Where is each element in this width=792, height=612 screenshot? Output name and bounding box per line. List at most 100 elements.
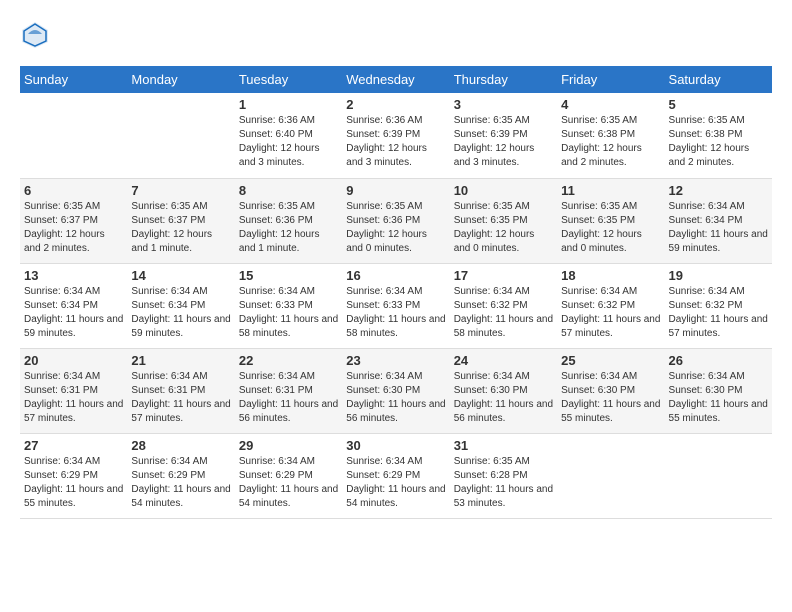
day-number: 23: [346, 353, 445, 368]
day-info: Sunrise: 6:34 AM Sunset: 6:34 PM Dayligh…: [24, 285, 123, 341]
day-number: 12: [669, 183, 768, 198]
day-info: Sunrise: 6:34 AM Sunset: 6:34 PM Dayligh…: [669, 200, 768, 256]
day-info: Sunrise: 6:34 AM Sunset: 6:32 PM Dayligh…: [561, 285, 660, 341]
day-info: Sunrise: 6:34 AM Sunset: 6:29 PM Dayligh…: [239, 455, 338, 511]
week-row-3: 13 Sunrise: 6:34 AM Sunset: 6:34 PM Dayli…: [20, 263, 772, 348]
logo: [20, 20, 54, 50]
day-info: Sunrise: 6:35 AM Sunset: 6:28 PM Dayligh…: [454, 455, 553, 511]
day-of-week-sunday: Sunday: [20, 66, 127, 93]
day-number: 16: [346, 268, 445, 283]
day-number: 9: [346, 183, 445, 198]
week-row-1: 1Sunrise: 6:36 AM Sunset: 6:40 PM Daylig…: [20, 93, 772, 178]
calendar-cell: 19 Sunrise: 6:34 AM Sunset: 6:32 PM Dayli…: [665, 263, 772, 348]
calendar-header: SundayMondayTuesdayWednesdayThursdayFrid…: [20, 66, 772, 93]
calendar-cell: 16 Sunrise: 6:34 AM Sunset: 6:33 PM Dayli…: [342, 263, 449, 348]
calendar-cell: 3 Sunrise: 6:35 AM Sunset: 6:39 PM Daylig…: [450, 93, 557, 178]
day-number: 3: [454, 97, 553, 112]
day-number: 4: [561, 97, 660, 112]
calendar-cell: 6 Sunrise: 6:35 AM Sunset: 6:37 PM Daylig…: [20, 178, 127, 263]
day-info: Sunrise: 6:34 AM Sunset: 6:30 PM Dayligh…: [669, 370, 768, 426]
day-info: Sunrise: 6:36 AM Sunset: 6:40 PM Dayligh…: [239, 114, 338, 170]
calendar-cell: 20Sunrise: 6:34 AM Sunset: 6:31 PM Dayli…: [20, 348, 127, 433]
day-info: Sunrise: 6:35 AM Sunset: 6:38 PM Dayligh…: [561, 114, 660, 170]
day-info: Sunrise: 6:34 AM Sunset: 6:34 PM Dayligh…: [131, 285, 230, 341]
day-info: Sunrise: 6:35 AM Sunset: 6:36 PM Dayligh…: [346, 200, 445, 256]
day-number: 21: [131, 353, 230, 368]
day-of-week-wednesday: Wednesday: [342, 66, 449, 93]
calendar-cell: 11 Sunrise: 6:35 AM Sunset: 6:35 PM Dayli…: [557, 178, 664, 263]
day-of-week-friday: Friday: [557, 66, 664, 93]
day-info: Sunrise: 6:34 AM Sunset: 6:32 PM Dayligh…: [669, 285, 768, 341]
day-number: 18: [561, 268, 660, 283]
calendar-cell: 23 Sunrise: 6:34 AM Sunset: 6:30 PM Dayli…: [342, 348, 449, 433]
calendar-cell: [20, 93, 127, 178]
calendar-cell: 15 Sunrise: 6:34 AM Sunset: 6:33 PM Dayli…: [235, 263, 342, 348]
calendar-cell: 18 Sunrise: 6:34 AM Sunset: 6:32 PM Dayli…: [557, 263, 664, 348]
day-info: Sunrise: 6:34 AM Sunset: 6:33 PM Dayligh…: [346, 285, 445, 341]
day-number: 2: [346, 97, 445, 112]
calendar-cell: 24 Sunrise: 6:34 AM Sunset: 6:30 PM Dayli…: [450, 348, 557, 433]
day-info: Sunrise: 6:35 AM Sunset: 6:37 PM Dayligh…: [24, 200, 123, 256]
day-number: 10: [454, 183, 553, 198]
day-of-week-tuesday: Tuesday: [235, 66, 342, 93]
week-row-4: 20 Sunrise: 6:34 AM Sunset: 6:31 PM Dayli…: [20, 348, 772, 433]
calendar-cell: 12 Sunrise: 6:34 AM Sunset: 6:34 PM Dayli…: [665, 178, 772, 263]
day-info: Sunrise: 6:35 AM Sunset: 6:37 PM Dayligh…: [131, 200, 230, 256]
calendar-cell: 4 Sunrise: 6:35 AM Sunset: 6:38 PM Daylig…: [557, 93, 664, 178]
logo-icon: [20, 20, 50, 50]
page-header: [20, 20, 772, 50]
day-number: 27: [24, 438, 123, 453]
day-of-week-thursday: Thursday: [450, 66, 557, 93]
day-info: Sunrise: 6:34 AM Sunset: 6:29 PM Dayligh…: [24, 455, 123, 511]
day-number: 13: [24, 268, 123, 283]
calendar-cell: 27 Sunrise: 6:34 AM Sunset: 6:29 PM Dayli…: [20, 433, 127, 518]
day-number: 24: [454, 353, 553, 368]
calendar-cell: 29 Sunrise: 6:34 AM Sunset: 6:29 PM Dayli…: [235, 433, 342, 518]
day-info: Sunrise: 6:34 AM Sunset: 6:32 PM Dayligh…: [454, 285, 553, 341]
calendar-cell: 22 Sunrise: 6:34 AM Sunset: 6:31 PM Dayli…: [235, 348, 342, 433]
day-info: Sunrise: 6:34 AM Sunset: 6:30 PM Dayligh…: [561, 370, 660, 426]
calendar-cell: 14 Sunrise: 6:34 AM Sunset: 6:34 PM Dayli…: [127, 263, 234, 348]
day-info: Sunrise: 6:34 AM Sunset: 6:31 PM Dayligh…: [239, 370, 338, 426]
day-number: 7: [131, 183, 230, 198]
day-number: 28: [131, 438, 230, 453]
day-info: Sunrise: 6:36 AM Sunset: 6:39 PM Dayligh…: [346, 114, 445, 170]
day-info: Sunrise: 6:34 AM Sunset: 6:30 PM Dayligh…: [454, 370, 553, 426]
calendar-cell: 28 Sunrise: 6:34 AM Sunset: 6:29 PM Dayli…: [127, 433, 234, 518]
day-info: Sunrise: 6:35 AM Sunset: 6:38 PM Dayligh…: [669, 114, 768, 170]
calendar-cell: 25Sunrise: 6:34 AM Sunset: 6:30 PM Dayli…: [557, 348, 664, 433]
day-number: 17: [454, 268, 553, 283]
day-of-week-saturday: Saturday: [665, 66, 772, 93]
day-number: 22: [239, 353, 338, 368]
calendar-cell: 9 Sunrise: 6:35 AM Sunset: 6:36 PM Daylig…: [342, 178, 449, 263]
day-info: Sunrise: 6:34 AM Sunset: 6:31 PM Dayligh…: [131, 370, 230, 426]
calendar-table: SundayMondayTuesdayWednesdayThursdayFrid…: [20, 66, 772, 519]
day-number: 20: [24, 353, 123, 368]
day-info: Sunrise: 6:34 AM Sunset: 6:33 PM Dayligh…: [239, 285, 338, 341]
week-row-5: 27 Sunrise: 6:34 AM Sunset: 6:29 PM Dayli…: [20, 433, 772, 518]
day-info: Sunrise: 6:35 AM Sunset: 6:36 PM Dayligh…: [239, 200, 338, 256]
day-number: 11: [561, 183, 660, 198]
day-number: 30: [346, 438, 445, 453]
day-number: 15: [239, 268, 338, 283]
day-info: Sunrise: 6:34 AM Sunset: 6:29 PM Dayligh…: [346, 455, 445, 511]
day-info: Sunrise: 6:34 AM Sunset: 6:29 PM Dayligh…: [131, 455, 230, 511]
day-info: Sunrise: 6:35 AM Sunset: 6:39 PM Dayligh…: [454, 114, 553, 170]
calendar-cell: 13 Sunrise: 6:34 AM Sunset: 6:34 PM Dayli…: [20, 263, 127, 348]
day-info: Sunrise: 6:35 AM Sunset: 6:35 PM Dayligh…: [561, 200, 660, 256]
day-number: 31: [454, 438, 553, 453]
day-number: 26: [669, 353, 768, 368]
week-row-2: 6 Sunrise: 6:35 AM Sunset: 6:37 PM Daylig…: [20, 178, 772, 263]
calendar-cell: 7 Sunrise: 6:35 AM Sunset: 6:37 PM Daylig…: [127, 178, 234, 263]
day-info: Sunrise: 6:34 AM Sunset: 6:30 PM Dayligh…: [346, 370, 445, 426]
day-number: 14: [131, 268, 230, 283]
calendar-cell: [665, 433, 772, 518]
day-number: 8: [239, 183, 338, 198]
calendar-cell: 31 Sunrise: 6:35 AM Sunset: 6:28 PM Dayli…: [450, 433, 557, 518]
day-number: 29: [239, 438, 338, 453]
day-number: 19: [669, 268, 768, 283]
day-of-week-monday: Monday: [127, 66, 234, 93]
day-info: Sunrise: 6:35 AM Sunset: 6:35 PM Dayligh…: [454, 200, 553, 256]
calendar-cell: [557, 433, 664, 518]
day-number: 6: [24, 183, 123, 198]
